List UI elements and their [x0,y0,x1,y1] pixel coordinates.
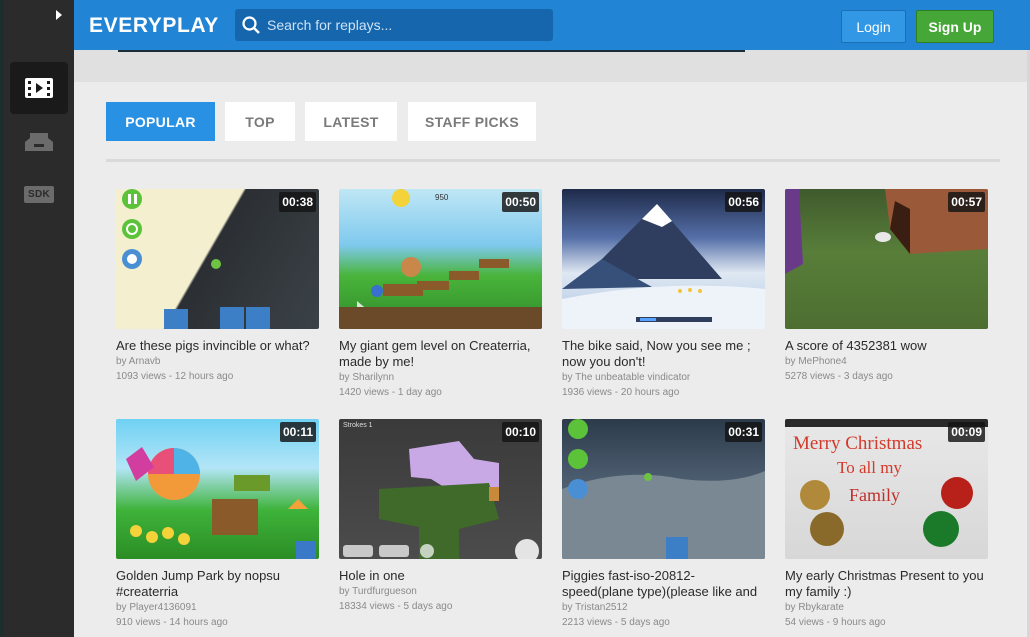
video-thumbnail[interactable]: 00:38 [116,189,319,329]
video-card[interactable]: Merry Christmas To all my Family 00:09 M… [785,419,988,630]
christmas-line1: Merry Christmas [793,433,922,454]
video-author[interactable]: by Turdfurgueson [339,584,542,599]
video-duration: 00:56 [725,192,762,212]
video-thumbnail[interactable]: Strokes 1 00:10 [339,419,542,559]
video-card[interactable]: Strokes 1 00:10 Hole in one by Turdfurgu… [339,419,542,614]
tab-top[interactable]: TOP [225,102,295,141]
video-meta: 1093 views - 12 hours ago [116,371,234,382]
video-card[interactable]: 00:11 Golden Jump Park by nopsu #creater… [116,419,319,630]
sidebar-item-games[interactable] [10,116,68,168]
video-title[interactable]: The bike said, Now you see me ; now you … [562,338,765,370]
video-duration: 00:38 [279,192,316,212]
featured-bar [118,50,745,52]
video-meta: 1936 views - 20 hours ago [562,387,680,398]
video-card[interactable]: 00:38 Are these pigs invincible or what?… [116,189,319,384]
video-thumbnail[interactable]: Merry Christmas To all my Family 00:09 [785,419,988,559]
search-box[interactable] [235,9,553,41]
film-icon [25,78,53,98]
video-thumbnail[interactable]: 00:56 [562,189,765,329]
video-author[interactable]: by The unbeatable vindicator [562,370,765,385]
video-card[interactable]: 00:56 The bike said, Now you see me ; no… [562,189,765,400]
top-header: EVERYPLAY Login Sign Up [74,0,1030,50]
login-button[interactable]: Login [841,10,906,43]
everyplay-logo[interactable]: EVERYPLAY [89,14,219,38]
christmas-line3: Family [849,485,900,505]
signup-button[interactable]: Sign Up [916,10,994,43]
score-text: 950 [435,193,449,202]
video-meta: 2213 views - 5 days ago [562,617,670,628]
tab-staff-picks[interactable]: STAFF PICKS [408,102,536,141]
video-thumbnail[interactable]: 950 00:50 [339,189,542,329]
video-author[interactable]: by Sharilynn [339,370,542,385]
video-duration: 00:31 [725,422,762,442]
video-author[interactable]: by Tristan2512 [562,600,765,615]
video-thumbnail[interactable]: 00:31 [562,419,765,559]
video-duration: 00:50 [502,192,539,212]
tabs-divider [106,159,1000,162]
video-author[interactable]: by Player4136091 [116,600,319,615]
video-card[interactable]: 00:31 Piggies fast-iso-20812-speed(plane… [562,419,765,630]
video-title[interactable]: My giant gem level on Createrria, made b… [339,338,542,370]
video-duration: 00:11 [279,422,316,442]
video-card[interactable]: 00:57 A score of 4352381 wow by MePhone4… [785,189,988,384]
video-duration: 00:09 [948,422,985,442]
video-title[interactable]: A score of 4352381 wow [785,338,988,354]
video-author[interactable]: by MePhone4 [785,354,988,369]
video-thumbnail[interactable]: 00:11 [116,419,319,559]
tab-popular[interactable]: POPULAR [106,102,215,141]
video-thumbnail[interactable]: 00:57 [785,189,988,329]
video-meta: 1420 views - 1 day ago [339,387,442,398]
video-title[interactable]: Are these pigs invincible or what? [116,338,319,354]
featured-strip [74,50,1027,82]
search-input[interactable] [267,9,547,41]
video-title[interactable]: My early Christmas Present to you my fam… [785,568,988,600]
sidebar: SDK [4,0,74,637]
sidebar-item-replays[interactable] [10,62,68,114]
video-duration: 00:10 [502,422,539,442]
video-title[interactable]: Hole in one [339,568,542,584]
strokes-text: Strokes 1 [343,422,373,429]
video-meta: 54 views - 9 hours ago [785,617,886,628]
video-title[interactable]: Golden Jump Park by nopsu #createrria [116,568,319,600]
sdk-label: SDK [23,185,54,203]
video-author[interactable]: by Arnavb [116,354,319,369]
video-duration: 00:57 [948,192,985,212]
video-meta: 18334 views - 5 days ago [339,601,453,612]
christmas-line2: To all my [837,458,902,477]
video-card[interactable]: 950 00:50 My giant gem level on Createrr… [339,189,542,400]
video-title[interactable]: Piggies fast-iso-20812-speed(plane type)… [562,568,765,600]
tab-latest[interactable]: LATEST [305,102,397,141]
sidebar-toggle-icon[interactable] [56,10,62,20]
stack-icon [25,133,53,151]
video-meta: 5278 views - 3 days ago [785,371,893,382]
sidebar-item-sdk[interactable]: SDK [10,168,68,220]
video-author[interactable]: by Rbykarate [785,600,988,615]
video-meta: 910 views - 14 hours ago [116,617,228,628]
search-icon [242,16,260,34]
